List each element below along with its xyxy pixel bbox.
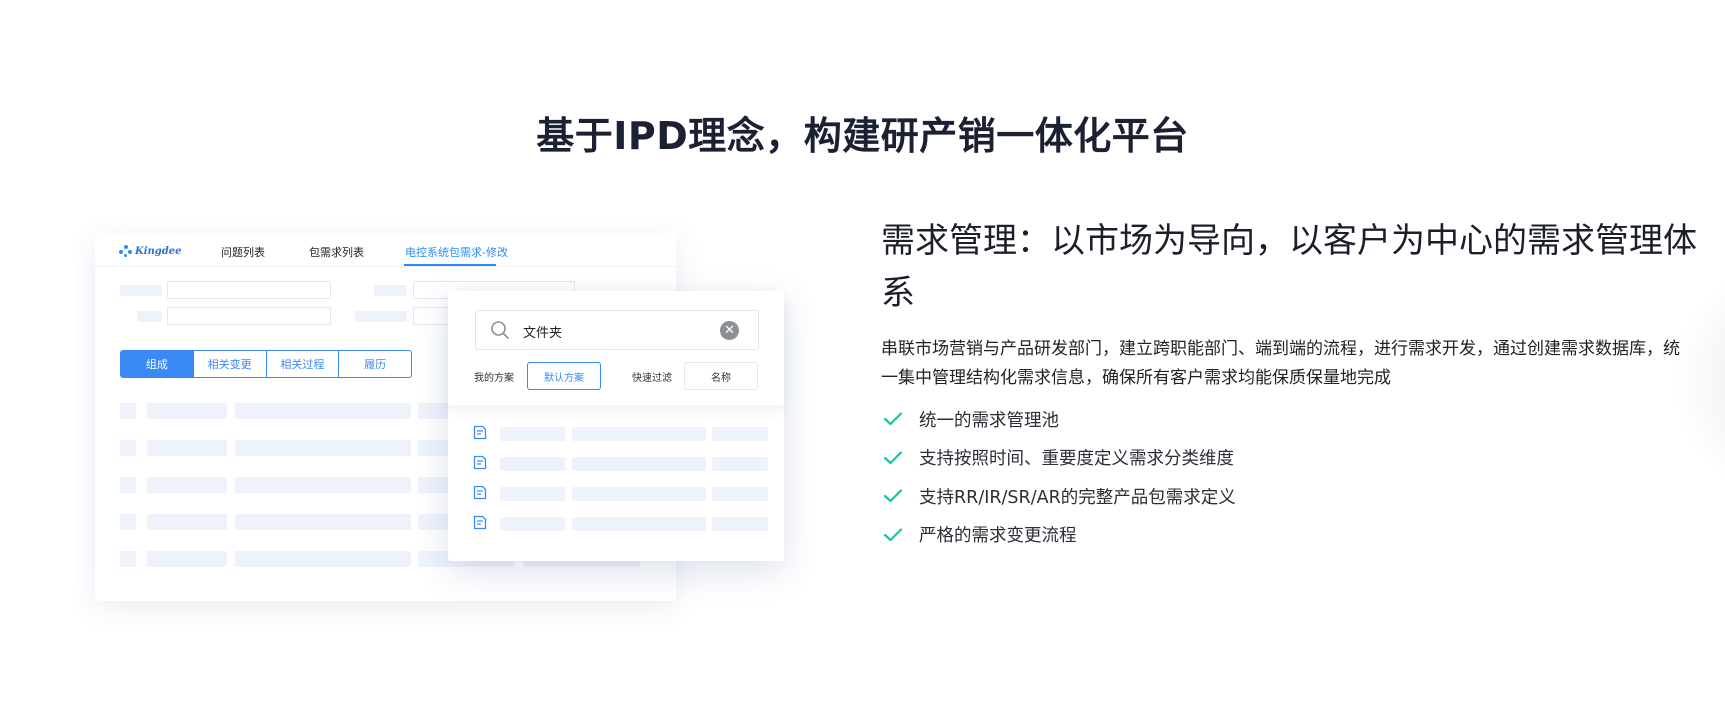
table-cell-placeholder [147,440,227,456]
table-cell-placeholder [120,440,136,456]
document-icon [473,515,487,530]
table-cell-placeholder [235,477,411,493]
clear-icon[interactable]: ✕ [720,321,739,340]
active-tab-indicator [404,264,496,266]
feature-text: 支持RR/IR/SR/AR的完整产品包需求定义 [919,487,1236,508]
kingdee-logo-icon [119,244,132,258]
form-label-placeholder [120,285,162,296]
result-cell-placeholder [712,487,768,501]
table-cell-placeholder [235,551,411,567]
table-cell-placeholder [147,551,227,567]
form-label-placeholder [137,311,162,322]
quick-filter-label: 快速过滤 [632,373,672,384]
tab-history[interactable]: 履历 [339,351,411,377]
tab-edit-requirement[interactable]: 电控系统包需求-修改 [405,244,508,260]
table-cell-placeholder [120,477,136,493]
name-filter-button[interactable]: 名称 [684,362,758,390]
result-cell-placeholder [712,517,768,531]
table-cell-placeholder [120,403,136,419]
logo-text: Kingdee [135,245,182,257]
table-cell-placeholder [147,403,227,419]
table-cell-placeholder [147,477,227,493]
form-label-placeholder [374,285,407,296]
search-popup: 文件夹 ✕ 我的方案 默认方案 快速过滤 名称 [448,291,784,561]
tab-package-requirements[interactable]: 包需求列表 [309,244,364,260]
tab-related-process[interactable]: 相关过程 [267,351,340,377]
feature-text: 严格的需求变更流程 [919,526,1077,547]
search-input[interactable]: 文件夹 ✕ [475,310,759,350]
table-cell-placeholder [147,514,227,530]
mockup-top-nav: Kingdee 问题列表 包需求列表 电控系统包需求-修改 [95,233,676,267]
result-cell-placeholder [572,517,706,531]
feature-item: 严格的需求变更流程 [881,516,1236,555]
search-icon [491,321,509,339]
feature-item: 统一的需求管理池 [881,400,1236,439]
form-input-placeholder[interactable] [167,281,331,299]
check-icon [883,528,903,541]
result-cell-placeholder [712,427,768,441]
tab-related-changes[interactable]: 相关变更 [194,351,267,377]
section-description: 串联市场营销与产品研发部门，建立跨职能部门、端到端的流程，进行需求开发，通过创建… [881,339,1680,388]
document-icon [473,455,487,470]
check-icon [883,451,903,464]
feature-list: 统一的需求管理池支持按照时间、重要度定义需求分类维度 支持RR/IR/SR/AR的… [881,400,1236,554]
result-cell-placeholder [572,427,706,441]
section-heading: 需求管理：以市场为导向，以客户为中心的需求管理体系 [881,221,1697,313]
table-cell-placeholder [235,514,411,530]
popup-header: 文件夹 ✕ 我的方案 默认方案 快速过滤 名称 [448,291,784,405]
feature-item: 支持RR/IR/SR/AR的完整产品包需求定义 [881,477,1236,516]
default-plan-button[interactable]: 默认方案 [527,362,601,390]
detail-tabs: 组成 相关变更 相关过程 履历 [120,350,412,378]
my-plan-label: 我的方案 [474,373,514,384]
check-icon [883,412,903,426]
table-cell-placeholder [120,551,136,567]
kingdee-logo[interactable]: Kingdee [119,243,181,259]
result-cell-placeholder [500,487,565,501]
feature-text: 支持按照时间、重要度定义需求分类维度 [919,449,1234,470]
feature-item: 支持按照时间、重要度定义需求分类维度 [881,439,1236,478]
edge-decoration [1665,250,1725,510]
document-icon [473,425,487,440]
table-cell-placeholder [235,403,411,419]
document-icon [473,485,487,500]
form-label-placeholder [355,311,407,322]
result-cell-placeholder [500,517,565,531]
form-input-placeholder[interactable] [167,307,331,325]
tab-issue-list[interactable]: 问题列表 [221,244,265,260]
tab-composition[interactable]: 组成 [121,351,194,377]
feature-text: 统一的需求管理池 [919,410,1059,431]
table-cell-placeholder [235,440,411,456]
result-cell-placeholder [500,457,565,471]
result-cell-placeholder [712,457,768,471]
table-cell-placeholder [120,514,136,530]
check-icon [883,489,903,503]
result-cell-placeholder [572,487,706,501]
result-cell-placeholder [572,457,706,471]
search-value: 文件夹 [523,326,563,341]
result-cell-placeholder [500,427,565,441]
page-title: 基于IPD理念，构建研产销一体化平台 [536,114,1189,159]
